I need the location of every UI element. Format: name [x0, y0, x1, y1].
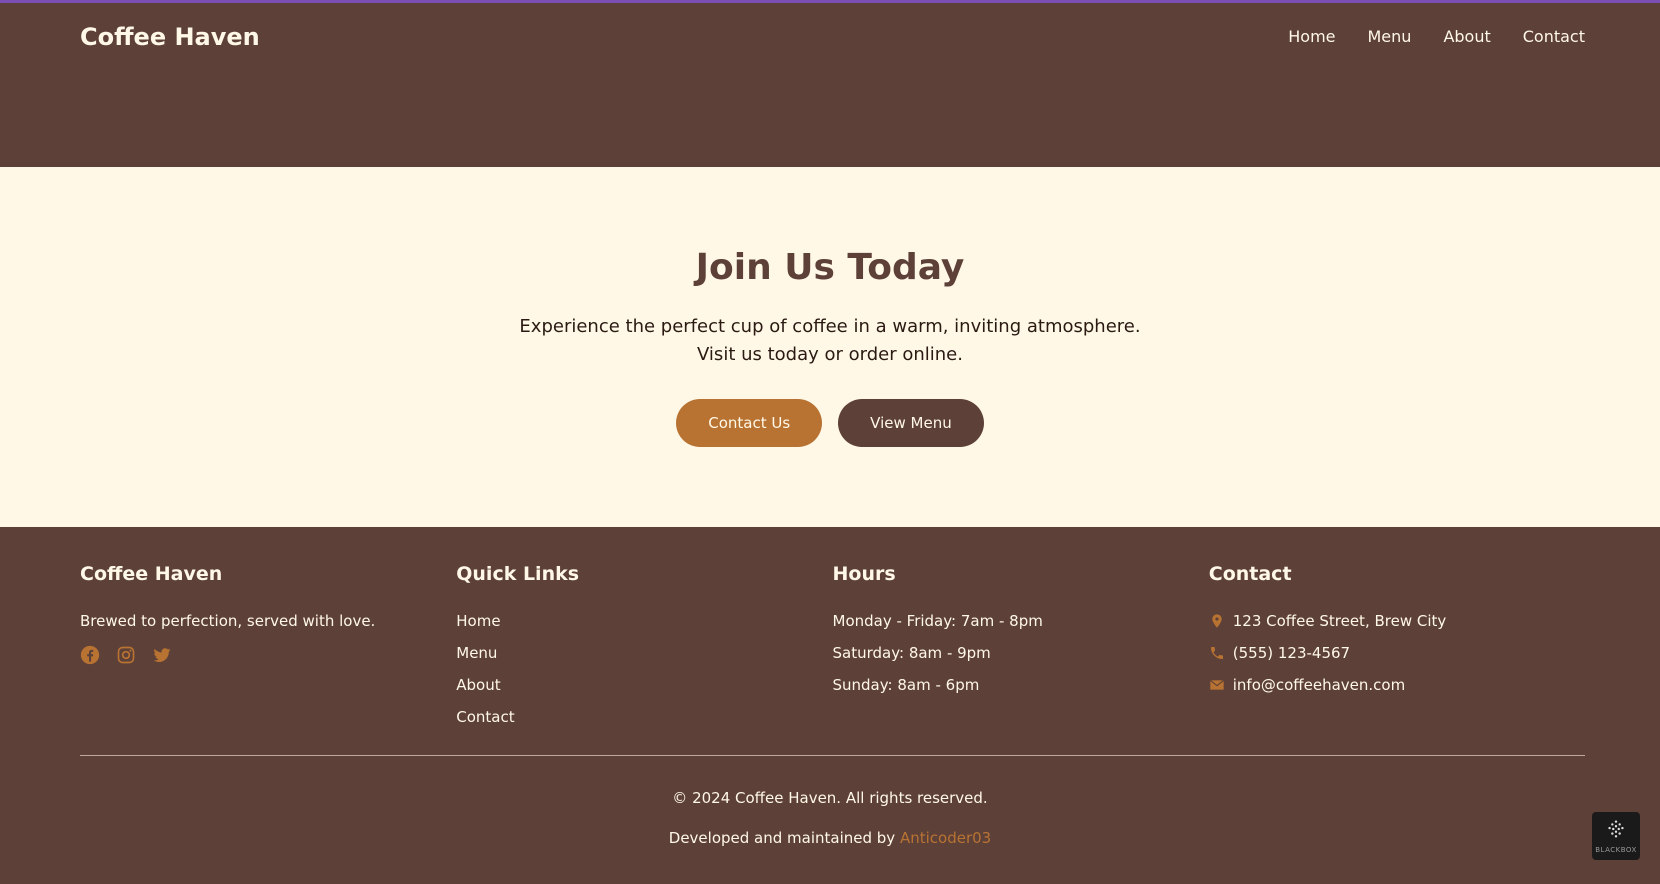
view-menu-button[interactable]: View Menu: [838, 399, 984, 447]
map-pin-icon: [1209, 613, 1225, 629]
hours-saturday: Saturday: 8am - 9pm: [832, 644, 991, 662]
social-links: [80, 645, 456, 665]
hours-weekday: Monday - Friday: 7am - 8pm: [832, 612, 1043, 630]
developer-link[interactable]: Anticoder03: [900, 829, 991, 847]
nav-about[interactable]: About: [1443, 27, 1490, 46]
footer-hours: Hours Monday - Friday: 7am - 8pm Saturda…: [833, 563, 1209, 733]
contact-heading: Contact: [1208, 563, 1292, 585]
footer-link-home[interactable]: Home: [456, 605, 832, 637]
blackbox-logo-icon: [1605, 818, 1627, 844]
cta-section: Join Us Today Experience the perfect cup…: [0, 167, 1660, 527]
footer-about: Coffee Haven Brewed to perfection, serve…: [80, 563, 456, 733]
site-header: Coffee Haven Home Menu About Contact: [0, 3, 1660, 167]
footer-link-about[interactable]: About: [456, 669, 832, 701]
twitter-icon[interactable]: [152, 645, 172, 665]
contact-address: 123 Coffee Street, Brew City: [1209, 605, 1585, 637]
cta-title: Join Us Today: [695, 247, 965, 288]
footer-brand-heading: Coffee Haven: [80, 563, 223, 585]
phone-icon: [1209, 645, 1225, 661]
nav-menu[interactable]: Menu: [1368, 27, 1412, 46]
developer-credit: Developed and maintained by Anticoder03: [0, 829, 1660, 847]
footer-link-menu[interactable]: Menu: [456, 637, 832, 669]
footer-contact: Contact 123 Coffee Street, Brew City (55…: [1209, 563, 1585, 733]
blackbox-label: BLACKBOX: [1595, 846, 1637, 854]
contact-email-text[interactable]: info@coffeehaven.com: [1233, 676, 1405, 694]
contact-phone-text[interactable]: (555) 123-4567: [1233, 644, 1350, 662]
envelope-icon: [1209, 677, 1225, 693]
cta-buttons: Contact Us View Menu: [0, 399, 1660, 447]
main-nav: Home Menu About Contact: [1288, 27, 1585, 46]
nav-home[interactable]: Home: [1288, 27, 1335, 46]
contact-address-text: 123 Coffee Street, Brew City: [1232, 612, 1447, 630]
footer-quick-links: Quick Links Home Menu About Contact: [456, 563, 832, 733]
quick-links-heading: Quick Links: [456, 563, 580, 585]
contact-us-button[interactable]: Contact Us: [676, 399, 823, 447]
contact-phone: (555) 123-4567: [1209, 637, 1585, 669]
instagram-icon[interactable]: [116, 645, 136, 665]
footer-columns: Coffee Haven Brewed to perfection, serve…: [80, 563, 1585, 733]
contact-email: info@coffeehaven.com: [1209, 669, 1585, 701]
hours-heading: Hours: [832, 563, 896, 585]
hours-sunday: Sunday: 8am - 6pm: [832, 676, 980, 694]
copyright: © 2024 Coffee Haven. All rights reserved…: [672, 789, 988, 807]
footer-link-contact[interactable]: Contact: [456, 701, 832, 733]
cta-text: Experience the perfect cup of coffee in …: [519, 316, 1141, 365]
site-footer: Coffee Haven Brewed to perfection, serve…: [0, 527, 1660, 884]
footer-tagline: Brewed to perfection, served with love.: [80, 612, 376, 630]
footer-divider: [80, 755, 1585, 756]
facebook-icon[interactable]: [80, 645, 100, 665]
developer-prefix: Developed and maintained by: [668, 829, 900, 847]
blackbox-badge[interactable]: BLACKBOX: [1592, 812, 1640, 860]
nav-contact[interactable]: Contact: [1523, 27, 1585, 46]
brand-logo[interactable]: Coffee Haven: [80, 23, 260, 51]
